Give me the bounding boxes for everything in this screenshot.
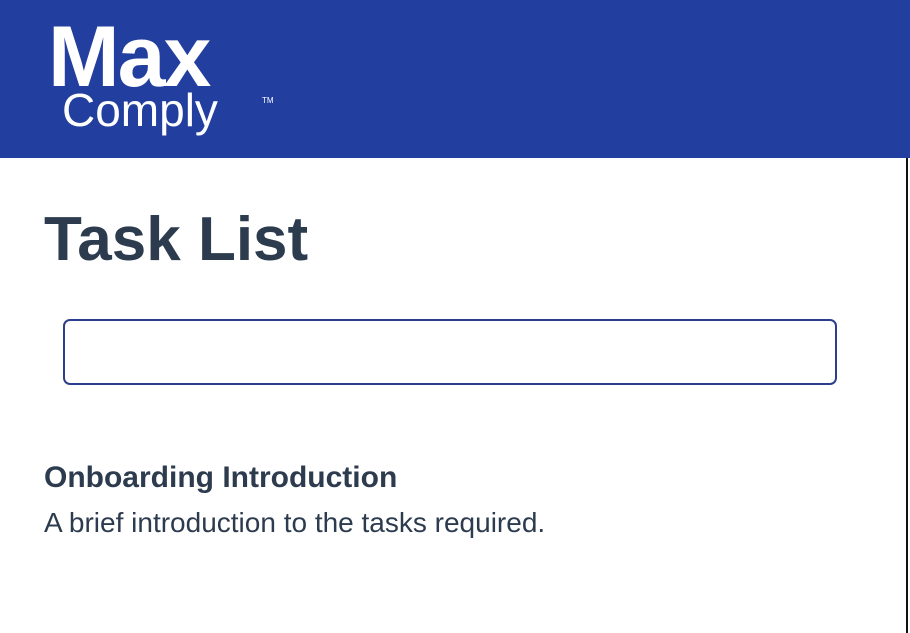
page-right-border bbox=[906, 158, 908, 633]
logo-word-comply: Comply bbox=[62, 84, 218, 136]
logo-trademark: TM bbox=[262, 96, 274, 105]
header-bar: Max Comply TM bbox=[0, 0, 910, 158]
page-title: Task List bbox=[44, 205, 309, 274]
task-list-item[interactable]: Onboarding Introduction A brief introduc… bbox=[44, 458, 864, 548]
task-search-input[interactable] bbox=[63, 319, 837, 385]
task-title: Onboarding Introduction bbox=[44, 461, 398, 494]
maxcomply-logo[interactable]: Max Comply TM bbox=[48, 14, 288, 144]
page: Max Comply TM Task List Onboarding Intro… bbox=[0, 0, 910, 633]
task-description: A brief introduction to the tasks requir… bbox=[44, 507, 546, 538]
